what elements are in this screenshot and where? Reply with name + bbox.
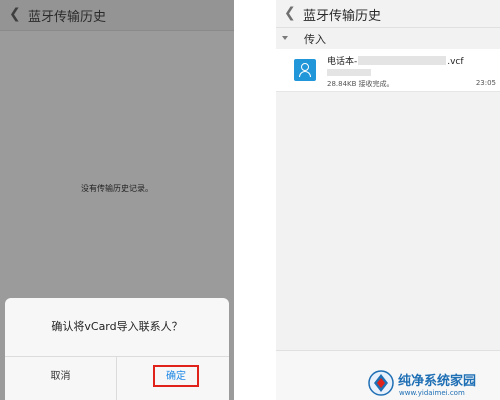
header: ❮ 蓝牙传输历史 [276,0,500,28]
file-name: 电话本- .vcf [327,54,464,67]
section-incoming[interactable]: 传入 [276,28,500,48]
confirm-button[interactable]: 确定 [153,365,199,387]
file-time: 23:05 [475,79,496,87]
caret-down-icon [282,36,288,40]
contact-card-icon [294,59,316,81]
right-screen: ❮ 蓝牙传输历史 传入 电话本- .vcf 28.84KB 接收完成。 23:05 [276,0,500,400]
file-name-prefix: 电话本- [327,57,358,67]
chevron-left-icon[interactable]: ❮ [284,6,296,20]
list-item[interactable]: 电话本- .vcf 28.84KB 接收完成。 23:05 [276,49,500,92]
cancel-button[interactable]: 取消 [5,357,116,397]
page-title: 蓝牙传输历史 [303,9,382,24]
watermark-logo-icon [368,370,394,396]
import-vcard-dialog: 确认将vCard导入联系人？ 取消 确定 [5,298,229,400]
left-screen: ❮ 蓝牙传输历史 没有传输历史记录。 确认将vCard导入联系人？ 取消 确定 [0,0,234,400]
empty-history-message: 没有传输历史记录。 [81,184,153,193]
file-status: 28.84KB 接收完成。 [327,80,394,88]
dialog-button-divider [116,357,117,400]
file-name-suffix: .vcf [447,57,464,67]
redacted-detail [327,69,371,76]
dialog-message: 确认将vCard导入联系人？ [51,320,183,333]
redacted-name [358,56,447,65]
watermark-url: www.yidaimei.com [399,389,465,397]
chevron-left-icon[interactable]: ❮ [9,7,21,21]
header: ❮ 蓝牙传输历史 [0,0,234,31]
page-title: 蓝牙传输历史 [28,10,107,25]
section-label: 传入 [304,33,326,46]
watermark-name: 纯净系统家园 [398,374,477,389]
watermark: 纯净系统家园 www.yidaimei.com [368,368,500,400]
